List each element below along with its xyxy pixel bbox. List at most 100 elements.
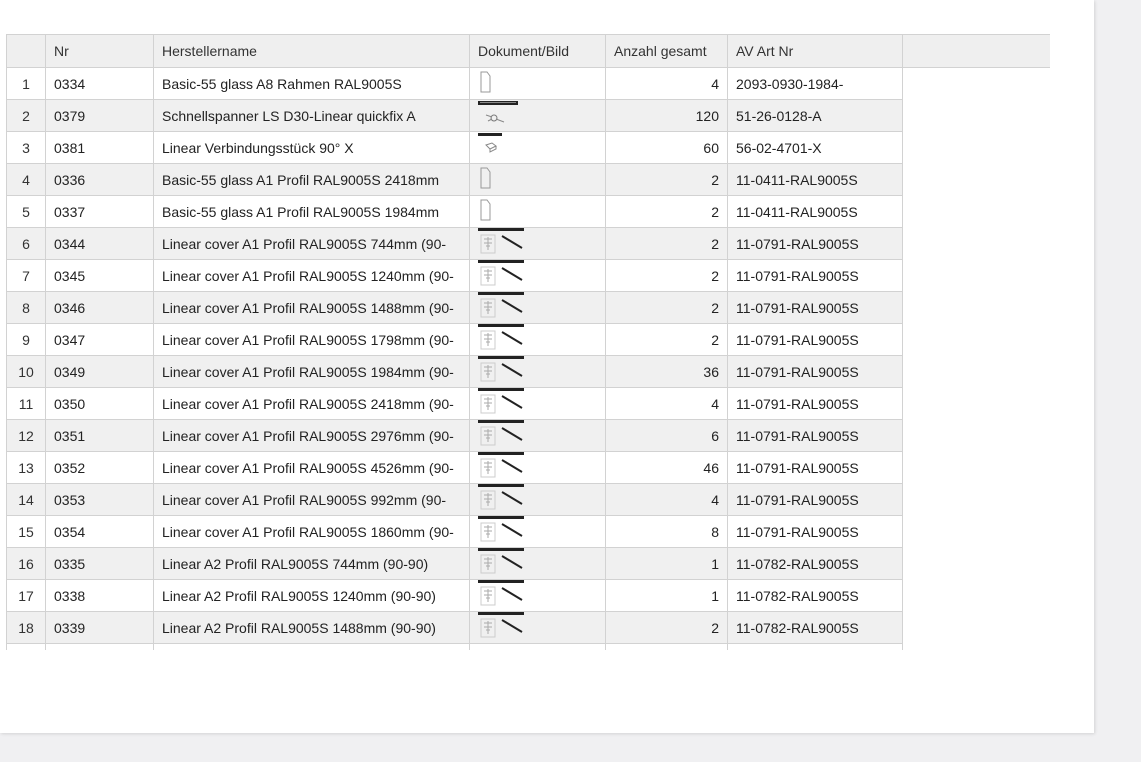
- av-art-nr-cell[interactable]: 11-0791-RAL9005S: [727, 515, 903, 548]
- table-row[interactable]: 6 0344 Linear cover A1 Profil RAL9005S 744…: [6, 227, 1050, 260]
- table-row[interactable]: 4 0336 Basic-55 glass A1 Profil RAL9005S 2…: [6, 163, 1050, 196]
- av-art-nr-cell[interactable]: 11-0791-RAL9005S: [727, 451, 903, 484]
- profile-drawing-icon[interactable]: [478, 356, 524, 385]
- nr-cell[interactable]: 0350: [45, 387, 154, 420]
- anzahl-gesamt-cell[interactable]: 2: [605, 323, 728, 356]
- nr-cell[interactable]: 0338: [45, 579, 154, 612]
- herstellername-cell[interactable]: Linear cover A1 Profil RAL9005S 4526mm (…: [153, 451, 470, 484]
- row-index-cell[interactable]: 7: [6, 259, 46, 292]
- anzahl-gesamt-cell[interactable]: 2: [605, 195, 728, 228]
- nr-cell[interactable]: 0347: [45, 323, 154, 356]
- row-index-cell[interactable]: 10: [6, 355, 46, 388]
- anzahl-gesamt-cell[interactable]: 1: [605, 547, 728, 580]
- table-row[interactable]: 11 0350 Linear cover A1 Profil RAL9005S 24…: [6, 387, 1050, 420]
- header-empty[interactable]: [902, 34, 1050, 68]
- table-row[interactable]: 15 0354 Linear cover A1 Profil RAL9005S 18…: [6, 515, 1050, 548]
- table-row[interactable]: 2 0379 Schnellspanner LS D30-Linear quickf…: [6, 99, 1050, 132]
- row-index-cell[interactable]: 17: [6, 579, 46, 612]
- table-row[interactable]: 16 0335 Linear A2 Profil RAL9005S 744mm (9…: [6, 547, 1050, 580]
- profile-drawing-icon[interactable]: [478, 292, 524, 321]
- anzahl-gesamt-cell[interactable]: 120: [605, 99, 728, 132]
- nr-cell[interactable]: 0379: [45, 99, 154, 132]
- header-dokument-bild[interactable]: Dokument/Bild: [469, 34, 606, 68]
- herstellername-cell[interactable]: Linear cover A1 Profil RAL9005S 744mm (9…: [153, 227, 470, 260]
- dokument-bild-cell[interactable]: [469, 547, 606, 580]
- nr-cell[interactable]: 0337: [45, 195, 154, 228]
- herstellername-cell[interactable]: Linear cover A1 Profil RAL9005S 2418mm (…: [153, 387, 470, 420]
- table-row[interactable]: 17 0338 Linear A2 Profil RAL9005S 1240mm (…: [6, 579, 1050, 612]
- table-row[interactable]: 13 0352 Linear cover A1 Profil RAL9005S 45…: [6, 451, 1050, 484]
- header-herstellername[interactable]: Herstellername: [153, 34, 470, 68]
- av-art-nr-cell[interactable]: 11-0791-RAL9005S: [727, 323, 903, 356]
- anzahl-gesamt-cell[interactable]: 2: [605, 291, 728, 324]
- row-index-cell[interactable]: 5: [6, 195, 46, 228]
- anzahl-gesamt-cell[interactable]: 2: [605, 259, 728, 292]
- table-row[interactable]: 9 0347 Linear cover A1 Profil RAL9005S 179…: [6, 323, 1050, 356]
- table-row[interactable]: 14 0353 Linear cover A1 Profil RAL9005S 99…: [6, 483, 1050, 516]
- nr-cell[interactable]: 0352: [45, 451, 154, 484]
- nr-cell[interactable]: 0353: [45, 483, 154, 516]
- nr-cell[interactable]: 0351: [45, 419, 154, 452]
- dokument-bild-cell[interactable]: [469, 419, 606, 452]
- dokument-bild-cell[interactable]: [469, 579, 606, 612]
- header-anzahl-gesamt[interactable]: Anzahl gesamt: [605, 34, 728, 68]
- profile-drawing-icon[interactable]: [478, 324, 524, 353]
- av-art-nr-cell[interactable]: 2093-0930-1984-: [727, 67, 903, 100]
- dokument-bild-cell[interactable]: [469, 131, 606, 164]
- herstellername-cell[interactable]: Linear A2 Profil RAL9005S 744mm (90-90): [153, 547, 470, 580]
- anzahl-gesamt-cell[interactable]: 1: [605, 579, 728, 612]
- header-av-art-nr[interactable]: AV Art Nr: [727, 34, 903, 68]
- nr-cell[interactable]: 0354: [45, 515, 154, 548]
- dokument-bild-cell[interactable]: [469, 227, 606, 260]
- av-art-nr-cell[interactable]: 51-26-0128-A: [727, 99, 903, 132]
- dokument-bild-cell[interactable]: [469, 355, 606, 388]
- av-art-nr-cell[interactable]: 11-0791-RAL9005S: [727, 387, 903, 420]
- table-row[interactable]: 8 0346 Linear cover A1 Profil RAL9005S 148…: [6, 291, 1050, 324]
- row-index-cell[interactable]: 1: [6, 67, 46, 100]
- header-index[interactable]: [6, 34, 46, 68]
- nr-cell[interactable]: 0336: [45, 163, 154, 196]
- row-index-cell[interactable]: 13: [6, 451, 46, 484]
- herstellername-cell[interactable]: Linear A2 Profil RAL9005S 1240mm (90-90): [153, 579, 470, 612]
- anzahl-gesamt-cell[interactable]: 2: [605, 611, 728, 644]
- herstellername-cell[interactable]: Basic-55 glass A1 Profil RAL9005S 2418mm: [153, 163, 470, 196]
- profile-drawing-icon[interactable]: [478, 484, 524, 513]
- dokument-bild-cell[interactable]: [469, 67, 606, 100]
- herstellername-cell[interactable]: Linear Verbindungsstück 90° X: [153, 131, 470, 164]
- av-art-nr-cell[interactable]: 11-0411-RAL9005S: [727, 195, 903, 228]
- nr-cell[interactable]: 0381: [45, 131, 154, 164]
- dokument-bild-cell[interactable]: [469, 515, 606, 548]
- table-row[interactable]: 5 0337 Basic-55 glass A1 Profil RAL9005S 1…: [6, 195, 1050, 228]
- row-index-cell[interactable]: 2: [6, 99, 46, 132]
- anzahl-gesamt-cell[interactable]: 2: [605, 227, 728, 260]
- nr-cell[interactable]: 0345: [45, 259, 154, 292]
- dokument-bild-cell[interactable]: [469, 387, 606, 420]
- dokument-bild-cell[interactable]: [469, 483, 606, 516]
- herstellername-cell[interactable]: Schnellspanner LS D30-Linear quickfix A: [153, 99, 470, 132]
- anzahl-gesamt-cell[interactable]: 4: [605, 483, 728, 516]
- table-row[interactable]: 7 0345 Linear cover A1 Profil RAL9005S 124…: [6, 259, 1050, 292]
- av-art-nr-cell[interactable]: 11-0782-RAL9005S: [727, 547, 903, 580]
- quickfix-drawing-icon[interactable]: [478, 101, 518, 127]
- profile-drawing-icon[interactable]: [478, 260, 524, 289]
- herstellername-cell[interactable]: Linear cover A1 Profil RAL9005S 1984mm (…: [153, 355, 470, 388]
- profile-drawing-icon[interactable]: [478, 388, 524, 417]
- row-index-cell[interactable]: 12: [6, 419, 46, 452]
- row-index-cell[interactable]: 16: [6, 547, 46, 580]
- anzahl-gesamt-cell[interactable]: 4: [605, 387, 728, 420]
- row-index-cell[interactable]: 8: [6, 291, 46, 324]
- table-row[interactable]: 18 0339 Linear A2 Profil RAL9005S 1488mm (…: [6, 611, 1050, 644]
- av-art-nr-cell[interactable]: 11-0791-RAL9005S: [727, 259, 903, 292]
- nr-cell[interactable]: 0344: [45, 227, 154, 260]
- anzahl-gesamt-cell[interactable]: 8: [605, 515, 728, 548]
- av-art-nr-cell[interactable]: 11-0791-RAL9005S: [727, 419, 903, 452]
- herstellername-cell[interactable]: Linear cover A1 Profil RAL9005S 1488mm (…: [153, 291, 470, 324]
- anzahl-gesamt-cell[interactable]: 4: [605, 67, 728, 100]
- row-index-cell[interactable]: 15: [6, 515, 46, 548]
- herstellername-cell[interactable]: Linear cover A1 Profil RAL9005S 1860mm (…: [153, 515, 470, 548]
- row-index-cell[interactable]: 14: [6, 483, 46, 516]
- dokument-bild-cell[interactable]: [469, 195, 606, 228]
- dokument-bild-cell[interactable]: [469, 99, 606, 132]
- dokument-bild-cell[interactable]: [469, 323, 606, 356]
- anzahl-gesamt-cell[interactable]: 6: [605, 419, 728, 452]
